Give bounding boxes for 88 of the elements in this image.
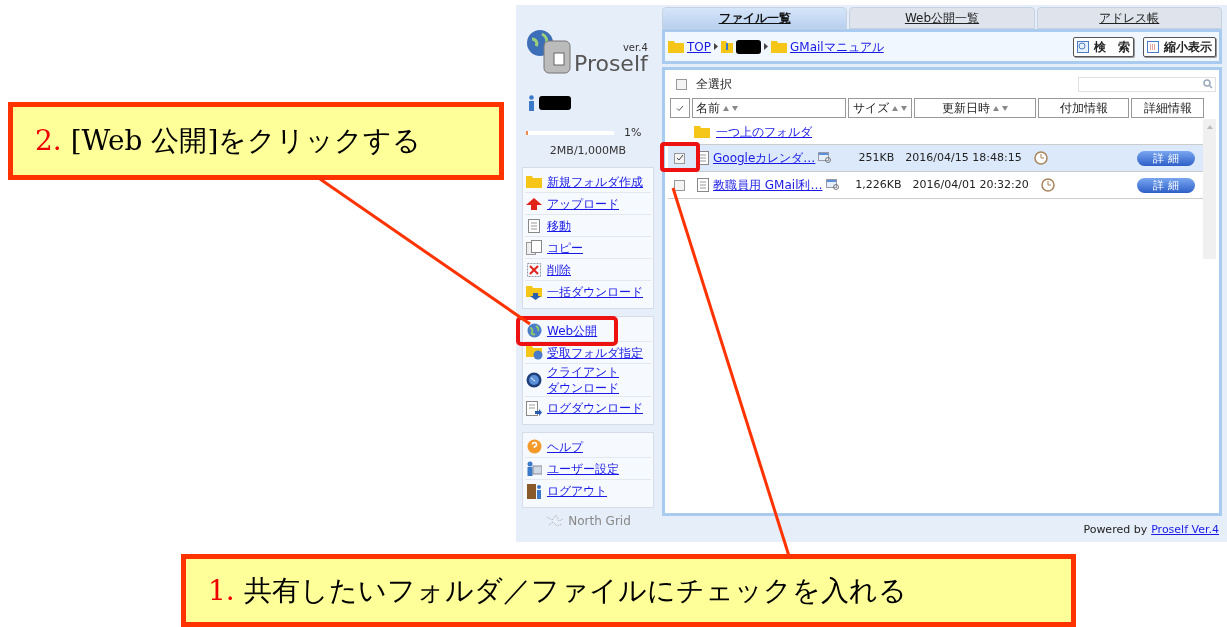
footer-text: Powered by — [1083, 522, 1148, 538]
menu-link[interactable]: ログダウンロード — [547, 400, 643, 416]
menu-link[interactable]: 移動 — [547, 217, 571, 234]
menu-link[interactable]: ユーザー設定 — [547, 460, 619, 477]
detail-button[interactable]: 詳 細 — [1137, 150, 1195, 166]
sort-icon — [891, 104, 908, 112]
folder-icon — [771, 40, 787, 53]
toolbar-button[interactable]: 縮小表示 — [1143, 36, 1216, 57]
documents-icon — [526, 240, 542, 255]
folder-globe-icon — [525, 345, 543, 360]
folder-icon — [694, 125, 710, 138]
redacted-block — [539, 96, 571, 110]
clock-icon — [1040, 178, 1055, 192]
parent-folder-link[interactable]: 一つ上のフォルダ — [716, 122, 812, 141]
search-field[interactable] — [1078, 76, 1216, 92]
detail-button[interactable]: 詳 細 — [1137, 177, 1195, 193]
menu-link[interactable]: Web公開 — [547, 322, 598, 339]
cross-icon — [527, 262, 541, 277]
select-all-label: 全選択 — [696, 76, 732, 93]
scroll-up-icon — [1206, 125, 1213, 129]
callout-text: 2. [Web 公開]をクリックする — [35, 123, 422, 159]
grid-icon — [1147, 40, 1159, 53]
sort-icon — [992, 104, 1009, 112]
column-header[interactable]: 更新日時 — [914, 98, 1036, 118]
footer-link[interactable]: Proself Ver.4 — [1151, 522, 1219, 539]
usage-text: 2MB/1,000MB — [549, 142, 627, 159]
sort-icon — [723, 104, 739, 112]
column-header[interactable]: 詳細情報 — [1131, 98, 1204, 118]
document-icon — [697, 178, 709, 192]
search-icon — [1203, 79, 1213, 89]
tab[interactable]: ファイル一覧 — [662, 7, 848, 29]
door-icon — [526, 483, 542, 499]
preview-icon — [818, 152, 833, 164]
file-row[interactable]: Googleカレンダ… 251KB 2016/04/15 18:48:15 詳 細 — [668, 145, 1203, 172]
up-arrow-icon — [526, 197, 542, 210]
column-header[interactable]: 名前 — [692, 98, 846, 118]
tab[interactable]: アドレス帳 — [1036, 7, 1222, 29]
search-icon — [1077, 40, 1089, 53]
menu-link[interactable]: 新規フォルダ作成 — [547, 173, 643, 190]
redacted-block — [736, 39, 761, 54]
logo-mark-icon — [545, 513, 566, 529]
toolbar-button[interactable]: 検 索 — [1073, 36, 1134, 57]
brand-text: North Grid — [568, 513, 631, 530]
folder-arrow-icon — [526, 284, 542, 300]
preview-icon — [825, 179, 840, 191]
separator-icon — [714, 43, 718, 50]
globe-icon — [526, 372, 542, 388]
menu-link[interactable]: ヘルプ — [547, 438, 583, 455]
logo-globe-drawing — [526, 29, 574, 75]
menu-link[interactable]: 受取フォルダ指定 — [547, 344, 643, 361]
document-icon — [528, 218, 540, 233]
breadcrumb-link[interactable]: TOP — [687, 37, 711, 56]
file-link[interactable]: Googleカレンダ… — [713, 149, 816, 167]
globe-icon — [526, 323, 542, 338]
column-header[interactable]: 付加情報 — [1038, 98, 1129, 118]
version-label: ver.4 — [622, 43, 648, 53]
date-cell-text: 2016/04/15 18:48:15 — [905, 149, 1022, 166]
menu-link[interactable]: 削除 — [547, 261, 571, 278]
size-cell-text: 1,226KB — [854, 176, 902, 193]
tab[interactable]: Web公開一覧 — [849, 7, 1035, 29]
checkbox[interactable] — [674, 179, 685, 191]
usage-percent: 1% — [624, 125, 642, 141]
menu-link[interactable]: アップロード — [547, 195, 619, 212]
logo-text: Proself — [574, 53, 648, 75]
callout-text: 1. 共有したいフォルダ／ファイルにチェックを入れる — [208, 572, 907, 609]
scrollbar[interactable] — [1203, 119, 1216, 259]
help-icon — [526, 439, 542, 454]
user-folder-icon — [721, 40, 733, 53]
folder-icon — [668, 40, 684, 53]
size-cell-text: 251KB — [857, 149, 895, 166]
breadcrumb-link[interactable]: GMailマニュアル — [790, 37, 884, 56]
menu-link[interactable]: 一括ダウンロード — [547, 284, 643, 300]
user-icon — [526, 461, 542, 476]
user-icon — [528, 95, 535, 111]
check-icon — [676, 104, 684, 112]
menu-link[interactable]: コピー — [547, 239, 583, 256]
clock-icon — [1033, 151, 1048, 165]
file-link[interactable]: 教職員用 GMail利… — [713, 176, 823, 194]
folder-icon — [526, 175, 542, 188]
menu-link[interactable]: ログアウト — [547, 483, 607, 499]
separator-icon — [764, 43, 768, 50]
date-cell-text: 2016/04/01 20:32:20 — [912, 176, 1029, 193]
column-header[interactable]: サイズ — [848, 98, 912, 118]
checkbox[interactable] — [676, 78, 687, 90]
document-arrow-icon — [526, 400, 542, 416]
document-icon — [697, 151, 709, 165]
checkbox[interactable] — [674, 152, 685, 164]
menu-link[interactable]: クライアント ダウンロード — [547, 364, 619, 396]
